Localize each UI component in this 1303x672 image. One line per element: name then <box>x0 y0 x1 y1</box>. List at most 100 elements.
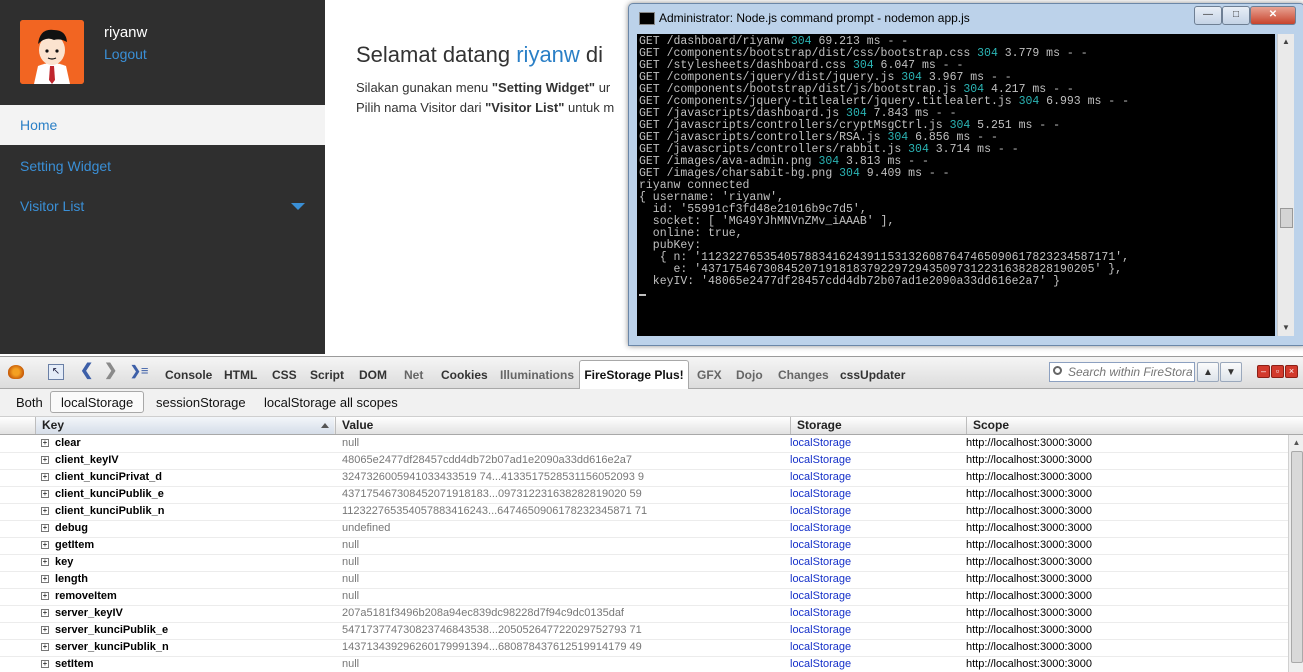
expand-icon[interactable]: + <box>41 660 49 668</box>
expand-icon[interactable]: + <box>41 643 49 651</box>
tab-dojo[interactable]: Dojo <box>736 368 763 382</box>
column-value[interactable]: Value <box>335 417 790 434</box>
chevron-down-icon[interactable]: ▼ <box>1220 362 1242 382</box>
cell-storage[interactable]: localStorage <box>790 469 851 486</box>
column-scope[interactable]: Scope <box>966 417 1288 434</box>
search-input[interactable] <box>1068 364 1192 380</box>
welcome-prefix: Selamat datang <box>356 42 517 67</box>
nav-item-home[interactable]: Home <box>0 105 325 145</box>
scrollbar-thumb[interactable] <box>1291 451 1303 663</box>
cell-storage[interactable]: localStorage <box>790 639 851 656</box>
tab-firestorage-plus[interactable]: FireStorage Plus! <box>579 360 689 389</box>
expand-icon[interactable]: + <box>41 558 49 566</box>
scroll-up-icon[interactable]: ▲ <box>1278 34 1294 50</box>
tab-script[interactable]: Script <box>310 368 344 382</box>
welcome-suffix: di <box>579 42 604 67</box>
scroll-down-icon[interactable]: ▼ <box>1278 320 1294 336</box>
expand-icon[interactable]: + <box>41 524 49 532</box>
table-row[interactable]: + client_kunciPublik_e 4371754673084520719… <box>0 486 1288 504</box>
table-row[interactable]: + server_kunciPublik_e 5471737747308237468… <box>0 622 1288 640</box>
logout-link[interactable]: Logout <box>104 46 147 62</box>
table-row[interactable]: + client_kunciPrivat_d 3247326005941033433… <box>0 469 1288 487</box>
minimize-button[interactable]: — <box>1194 6 1222 25</box>
close-button[interactable]: ✕ <box>1250 6 1296 25</box>
expand-icon[interactable]: + <box>41 473 49 481</box>
cell-storage[interactable]: localStorage <box>790 588 851 605</box>
username: riyanw <box>104 24 148 41</box>
column-key[interactable]: Key <box>35 417 334 434</box>
firebug-logo-icon[interactable] <box>8 365 24 379</box>
expand-icon[interactable]: + <box>41 507 49 515</box>
cell-storage[interactable]: localStorage <box>790 537 851 554</box>
forward-arrow-icon[interactable]: ❯ <box>104 363 117 379</box>
expand-icon[interactable]: + <box>41 541 49 549</box>
table-row[interactable]: + client_kunciPublik_n 1123227653540578834… <box>0 503 1288 521</box>
command-prompt-window[interactable]: Administrator: Node.js command prompt - … <box>628 3 1303 346</box>
expand-icon[interactable]: + <box>41 592 49 600</box>
tab-html[interactable]: HTML <box>224 368 257 382</box>
cell-value: 3247326005941033433519 74...413351752853… <box>342 471 644 483</box>
inspect-element-icon[interactable]: ↖ <box>48 364 64 380</box>
minimize-panel-icon[interactable]: – <box>1257 365 1270 378</box>
detach-panel-icon[interactable]: ▫ <box>1271 365 1284 378</box>
expand-icon[interactable]: + <box>41 575 49 583</box>
table-row[interactable]: + removeItem null localStorage http://localh… <box>0 588 1288 606</box>
expand-icon[interactable]: + <box>41 439 49 447</box>
table-row[interactable]: + client_keyIV 48065e2477df28457cdd4db72b0… <box>0 452 1288 470</box>
tab-cssupdater[interactable]: cssUpdater <box>840 368 905 382</box>
cell-storage[interactable]: localStorage <box>790 554 851 571</box>
storage-table: + clear null localStorage http://localhost:3… <box>0 435 1288 672</box>
table-row[interactable]: + key null localStorage http://localhost:300… <box>0 554 1288 572</box>
table-row[interactable]: + setItem null localStorage http://localhost… <box>0 656 1288 672</box>
tab-changes[interactable]: Changes <box>778 368 829 382</box>
table-row[interactable]: + debug undefined localStorage http://localh… <box>0 520 1288 538</box>
filter-both[interactable]: Both <box>16 395 43 410</box>
back-arrow-icon[interactable]: ❮ <box>80 363 93 379</box>
nav-item-visitor-list[interactable]: Visitor List <box>0 186 325 226</box>
expand-icon[interactable]: + <box>41 490 49 498</box>
tab-gfx[interactable]: GFX <box>697 368 722 382</box>
filter-localstorage-all-scopes[interactable]: localStorage all scopes <box>264 395 398 410</box>
firebug-panel: ↖ ❮ ❯ ❯≡ Console HTML CSS Script DOM Net… <box>0 356 1303 672</box>
table-row[interactable]: + clear null localStorage http://localhost:3… <box>0 435 1288 453</box>
expand-icon[interactable]: + <box>41 626 49 634</box>
tab-net[interactable]: Net <box>404 368 423 382</box>
tab-console[interactable]: Console <box>165 368 212 382</box>
tab-cookies[interactable]: Cookies <box>441 368 488 382</box>
expand-icon[interactable]: + <box>41 609 49 617</box>
maximize-button[interactable]: □ <box>1222 6 1250 25</box>
tab-dom[interactable]: DOM <box>359 368 387 382</box>
table-row[interactable]: + server_keyIV 207a5181f3496b208a94ec839dc… <box>0 605 1288 623</box>
expand-icon[interactable]: + <box>41 456 49 464</box>
nav-item-setting-widget[interactable]: Setting Widget <box>0 146 325 186</box>
log-time: 3.714 ms - - <box>928 143 1019 156</box>
cell-storage[interactable]: localStorage <box>790 520 851 537</box>
column-storage[interactable]: Storage <box>790 417 966 434</box>
filter-localstorage[interactable]: localStorage <box>50 391 145 413</box>
tab-css[interactable]: CSS <box>272 368 297 382</box>
cell-storage[interactable]: localStorage <box>790 435 851 452</box>
cell-value: 547173774730823746843538...2050526477220… <box>342 624 642 636</box>
console-output[interactable]: GET /dashboard/riyanw 304 69.213 ms - - … <box>637 34 1275 336</box>
search-box[interactable] <box>1049 362 1195 382</box>
tab-illuminations[interactable]: Illuminations <box>500 368 574 382</box>
table-row[interactable]: + server_kunciPublik_n 1437134392962601799… <box>0 639 1288 657</box>
scroll-up-icon[interactable]: ▲ <box>1289 435 1303 450</box>
close-panel-icon[interactable]: × <box>1285 365 1298 378</box>
window-titlebar[interactable]: Administrator: Node.js command prompt - … <box>629 4 1303 32</box>
command-line-icon[interactable]: ❯≡ <box>130 363 148 379</box>
filter-sessionstorage[interactable]: sessionStorage <box>156 395 246 410</box>
cell-storage[interactable]: localStorage <box>790 656 851 672</box>
table-scrollbar[interactable]: ▲ <box>1288 435 1303 672</box>
table-row[interactable]: + length null localStorage http://localhost:… <box>0 571 1288 589</box>
table-row[interactable]: + getItem null localStorage http://localhost… <box>0 537 1288 555</box>
cell-storage[interactable]: localStorage <box>790 605 851 622</box>
cell-storage[interactable]: localStorage <box>790 486 851 503</box>
cell-storage[interactable]: localStorage <box>790 622 851 639</box>
console-scrollbar[interactable]: ▲ ▼ <box>1277 34 1294 336</box>
cell-storage[interactable]: localStorage <box>790 452 851 469</box>
scrollbar-thumb[interactable] <box>1280 208 1293 228</box>
chevron-up-icon[interactable]: ▲ <box>1197 362 1219 382</box>
cell-storage[interactable]: localStorage <box>790 571 851 588</box>
cell-storage[interactable]: localStorage <box>790 503 851 520</box>
